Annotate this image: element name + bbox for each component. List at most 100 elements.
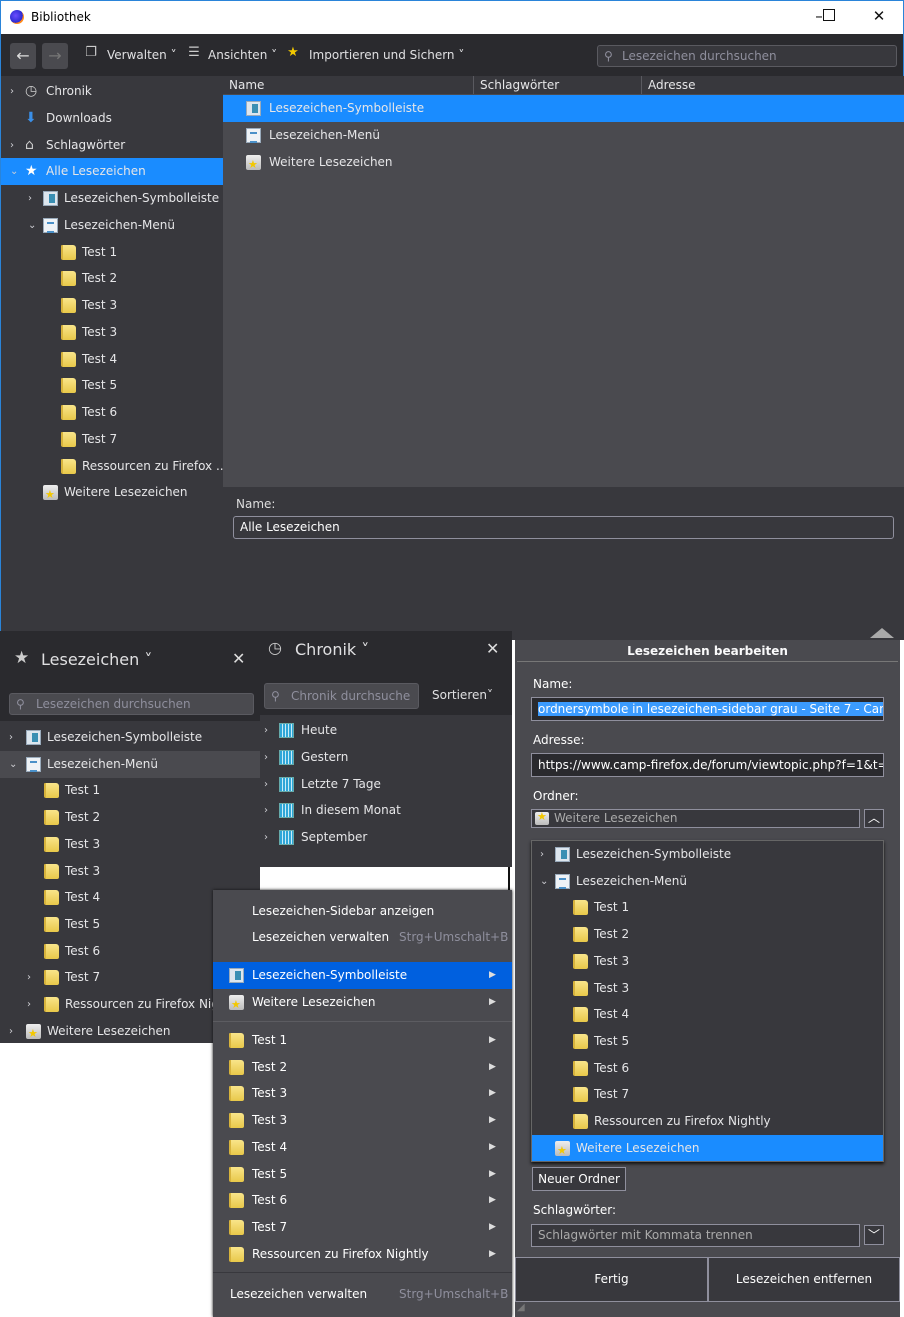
tree-item[interactable]: Test 3 xyxy=(0,858,260,885)
tree-item[interactable]: Test 7 xyxy=(1,426,223,453)
column-header-name[interactable]: Name xyxy=(223,76,474,94)
menu-item[interactable]: Test 1 ▶ xyxy=(213,1027,512,1054)
tree-item[interactable]: › Gestern xyxy=(260,744,512,771)
chevron-right-icon[interactable]: › xyxy=(10,132,14,159)
tree-item[interactable]: Test 1 xyxy=(532,894,883,921)
tree-item[interactable]: Test 3 xyxy=(1,292,223,319)
back-button[interactable]: ← xyxy=(10,43,36,69)
library-search-input[interactable]: ⚲ Lesezeichen durchsuchen xyxy=(597,45,897,67)
tree-item[interactable]: Test 1 xyxy=(1,239,223,266)
tree-item[interactable]: Test 4 xyxy=(532,1001,883,1028)
chevron-right-icon[interactable]: › xyxy=(10,78,14,105)
tree-item[interactable]: Weitere Lesezeichen xyxy=(532,1134,883,1161)
chevron-right-icon[interactable]: › xyxy=(28,185,32,212)
chevron-down-icon[interactable]: ⌄ xyxy=(10,158,18,185)
menu-item[interactable]: Test 5 ▶ xyxy=(213,1161,512,1188)
menu-item[interactable]: Test 3 ▶ xyxy=(213,1080,512,1107)
chevron-right-icon[interactable]: › xyxy=(27,991,31,1018)
tree-item[interactable]: Test 3 xyxy=(532,948,883,975)
chevron-right-icon[interactable]: › xyxy=(540,841,544,868)
tree-item[interactable]: Test 1 xyxy=(0,777,260,804)
tree-item[interactable]: ⌄ Lesezeichen-Menü xyxy=(532,868,883,895)
resize-grip-icon[interactable]: ◢ xyxy=(517,1302,525,1313)
tree-item[interactable]: ⌄ Lesezeichen-Menü xyxy=(1,212,223,239)
name-field[interactable]: ordnersymbole in lesezeichen-sidebar gra… xyxy=(531,697,884,721)
sort-button[interactable]: Sortieren˅ xyxy=(432,688,493,702)
tree-item[interactable]: Test 4 xyxy=(1,346,223,373)
menu-item-manage-bookmarks[interactable]: Lesezeichen verwalten Strg+Umschalt+B xyxy=(213,1281,512,1308)
tree-item[interactable]: Test 2 xyxy=(1,265,223,292)
tags-dropdown-button[interactable]: ﹀ xyxy=(864,1225,884,1245)
remove-bookmark-button[interactable]: Lesezeichen entfernen xyxy=(708,1257,900,1302)
tree-item[interactable]: › Lesezeichen-Symbolleiste xyxy=(1,185,223,212)
sidebar-switcher[interactable]: Chronik ˅ xyxy=(295,640,369,659)
tree-item[interactable]: Test 7 xyxy=(532,1081,883,1108)
chevron-down-icon[interactable]: ⌄ xyxy=(9,751,17,778)
close-button[interactable]: ✕ xyxy=(869,7,889,25)
chevron-right-icon[interactable]: › xyxy=(264,744,268,771)
tree-item[interactable]: › Lesezeichen-Symbolleiste xyxy=(0,724,260,751)
import-backup-menu[interactable]: Importieren und Sichern ˅ xyxy=(309,48,464,62)
tree-item[interactable]: Test 2 xyxy=(0,804,260,831)
maximize-button[interactable] xyxy=(823,9,835,21)
chevron-right-icon[interactable]: › xyxy=(264,797,268,824)
tree-item[interactable]: › Letzte 7 Tage xyxy=(260,771,512,798)
tree-item[interactable]: Test 6 xyxy=(1,399,223,426)
chevron-right-icon[interactable]: › xyxy=(9,724,13,751)
history-search-input[interactable]: ⚲ Chronik durchsuche xyxy=(264,683,419,709)
menu-item[interactable]: Test 4 ▶ xyxy=(213,1134,512,1161)
chevron-down-icon[interactable]: ⌄ xyxy=(540,868,548,895)
tree-item[interactable]: Test 3 xyxy=(0,831,260,858)
chevron-right-icon[interactable]: › xyxy=(264,824,268,851)
tree-item[interactable]: Test 6 xyxy=(532,1055,883,1082)
tree-item[interactable]: Test 2 xyxy=(532,921,883,948)
tree-item[interactable]: Test 3 xyxy=(532,975,883,1002)
done-button[interactable]: Fertig xyxy=(515,1257,708,1302)
forward-button[interactable]: → xyxy=(42,43,68,69)
new-folder-button[interactable]: Neuer Ordner xyxy=(532,1167,626,1191)
tree-item[interactable]: › Lesezeichen-Symbolleiste xyxy=(532,841,883,868)
collapse-folder-tree-button[interactable]: ︿ xyxy=(864,809,884,828)
folder-select[interactable]: Weitere Lesezeichen xyxy=(531,808,860,828)
menu-item[interactable]: Test 7 ▶ xyxy=(213,1214,512,1241)
tree-item[interactable]: Lesezeichen-Symbolleiste xyxy=(223,95,904,122)
tree-item[interactable]: ⌄ ★ Alle Lesezeichen xyxy=(1,158,223,186)
organize-menu[interactable]: Verwalten ˅ xyxy=(107,48,177,62)
tree-item[interactable]: ⬇ Downloads xyxy=(1,105,223,132)
menu-item[interactable]: Test 3 ▶ xyxy=(213,1107,512,1134)
tree-item[interactable]: Test 5 xyxy=(1,372,223,399)
sidebar-switcher[interactable]: Lesezeichen ˅ xyxy=(41,650,152,669)
tags-field[interactable]: Schlagwörter mit Kommata trennen xyxy=(531,1224,860,1247)
address-field[interactable]: https://www.camp-firefox.de/forum/viewto… xyxy=(531,753,884,777)
column-header-tags[interactable]: Schlagwörter xyxy=(474,76,642,94)
tree-item[interactable]: Weitere Lesezeichen xyxy=(1,479,223,508)
tree-item[interactable]: › In diesem Monat xyxy=(260,797,512,824)
name-field[interactable]: Alle Lesezeichen xyxy=(233,516,894,539)
menu-item[interactable]: Test 2 ▶ xyxy=(213,1054,512,1081)
menu-item-show-sidebar[interactable]: Lesezeichen-Sidebar anzeigen xyxy=(213,898,512,925)
menu-item[interactable]: Ressourcen zu Firefox Nightly ▶ xyxy=(213,1241,512,1268)
chevron-right-icon[interactable]: › xyxy=(264,771,268,798)
tree-item[interactable]: › ◷ Chronik xyxy=(1,78,223,105)
menu-item[interactable]: Test 6 ▶ xyxy=(213,1187,512,1214)
menu-item[interactable]: Weitere Lesezeichen ▶ xyxy=(213,989,512,1018)
tree-item[interactable]: › ⌂ Schlagwörter xyxy=(1,132,223,159)
tree-item[interactable]: Ressourcen zu Firefox Nightly xyxy=(532,1108,883,1135)
tree-item[interactable]: › September xyxy=(260,824,512,851)
close-sidebar-button[interactable]: ✕ xyxy=(232,649,245,668)
tree-item[interactable]: Ressourcen zu Firefox ... xyxy=(1,453,227,480)
chevron-down-icon[interactable]: ⌄ xyxy=(28,212,36,239)
chevron-right-icon[interactable]: › xyxy=(27,964,31,991)
tree-item[interactable]: Test 3 xyxy=(1,319,223,346)
bookmarks-search-input[interactable]: ⚲ Lesezeichen durchsuchen xyxy=(9,693,254,715)
column-header-address[interactable]: Adresse xyxy=(642,76,904,94)
tree-item[interactable]: ⌄ Lesezeichen-Menü xyxy=(0,750,260,778)
tree-item[interactable]: Weitere Lesezeichen xyxy=(223,149,904,178)
close-sidebar-button[interactable]: ✕ xyxy=(486,639,499,658)
views-menu[interactable]: Ansichten ˅ xyxy=(208,48,277,62)
tree-item[interactable]: › Heute xyxy=(260,717,512,744)
chevron-right-icon[interactable]: › xyxy=(264,717,268,744)
tree-item[interactable]: Lesezeichen-Menü xyxy=(223,122,904,149)
chevron-right-icon[interactable]: › xyxy=(9,1018,13,1045)
tree-item[interactable]: Test 5 xyxy=(532,1028,883,1055)
